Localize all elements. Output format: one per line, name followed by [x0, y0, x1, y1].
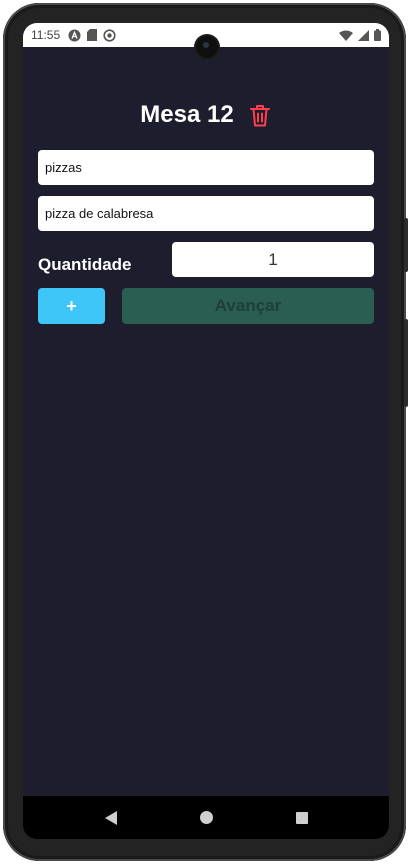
trash-icon [249, 104, 270, 126]
wifi-icon [339, 30, 353, 41]
status-icons-left [68, 28, 116, 42]
power-button [404, 319, 408, 407]
status-time: 11:55 [31, 28, 61, 42]
category-value: pizzas [45, 160, 82, 175]
quantity-label: Quantidade [38, 255, 132, 274]
sd-card-icon [87, 29, 98, 41]
back-icon[interactable] [104, 810, 117, 825]
screen: 11:55 Mesa 12 pizzas pizza de calabresa … [23, 23, 389, 839]
status-icons-right [339, 29, 381, 41]
product-field[interactable]: pizza de calabresa [38, 196, 374, 231]
quantity-input[interactable]: 1 [172, 242, 374, 277]
battery-icon [374, 29, 381, 41]
front-camera [196, 36, 218, 58]
add-item-button[interactable]: + [38, 288, 105, 324]
category-field[interactable]: pizzas [38, 150, 374, 185]
a-circle-icon [68, 29, 81, 41]
product-value: pizza de calabresa [45, 206, 154, 221]
home-icon[interactable] [199, 811, 213, 824]
signal-icon [358, 29, 369, 41]
recents-icon[interactable] [295, 811, 308, 824]
delete-table-button[interactable] [248, 102, 272, 128]
sync-circle-icon [103, 28, 116, 42]
quantity-value: 1 [268, 249, 278, 269]
header: Mesa 12 [23, 99, 389, 131]
volume-button [404, 218, 408, 272]
page-title: Mesa 12 [140, 101, 234, 128]
navigation-bar [23, 796, 389, 839]
phone-frame: 11:55 Mesa 12 pizzas pizza de calabresa … [3, 3, 408, 861]
next-button[interactable]: Avançar [122, 288, 374, 324]
